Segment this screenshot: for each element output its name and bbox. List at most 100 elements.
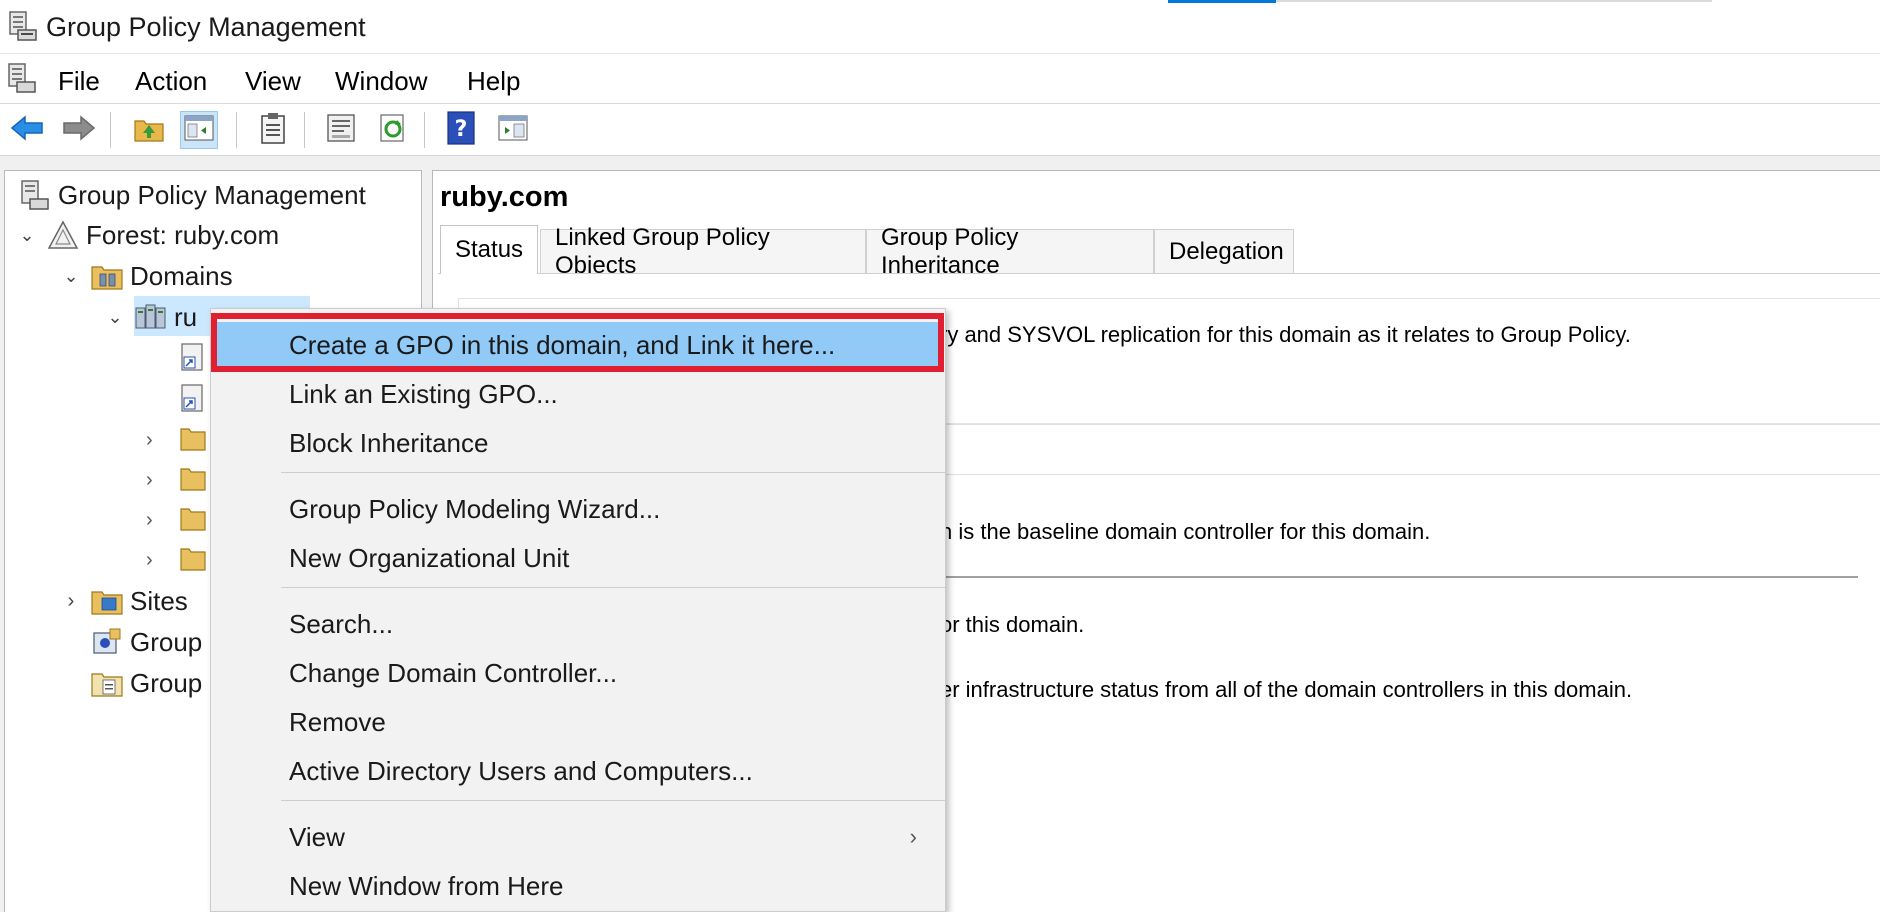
menu-item-remove[interactable]: Remove xyxy=(211,699,945,745)
clipboard-button[interactable] xyxy=(254,111,292,149)
menu-item-block-inheritance[interactable]: Block Inheritance xyxy=(211,420,945,466)
tree-item-gpo-link[interactable] xyxy=(180,342,208,377)
menu-item-search[interactable]: Search... xyxy=(211,601,945,647)
tree-item-group-policy-management[interactable]: Group Policy Management xyxy=(12,176,366,214)
menu-separator xyxy=(281,587,945,588)
toolbar-separator xyxy=(110,112,111,148)
group-policy-app-icon xyxy=(8,10,38,42)
collapse-chevron-icon[interactable]: ⌄ xyxy=(58,263,84,289)
system-menu-icon[interactable] xyxy=(6,62,38,94)
forward-arrow-icon xyxy=(62,114,96,147)
menu-window[interactable]: Window xyxy=(331,64,431,99)
tree-item-forest[interactable]: ⌄ Forest: ruby.com xyxy=(14,216,279,254)
menu-separator xyxy=(281,800,945,801)
gpo-link-icon xyxy=(180,383,208,418)
menu-action[interactable]: Action xyxy=(131,64,211,99)
taskbar-strip xyxy=(1276,0,1712,2)
help-button[interactable]: ? xyxy=(442,110,480,150)
tree-item-ou[interactable]: › xyxy=(146,424,206,457)
expand-chevron-icon[interactable]: › xyxy=(146,509,172,532)
menu-item-create-gpo-and-link[interactable]: Create a GPO in this domain, and Link it… xyxy=(215,322,941,369)
tree-label: ru xyxy=(174,301,198,332)
tree-item-domain-ruby-com[interactable]: ⌄ ru xyxy=(102,298,197,336)
tree-item-ou[interactable]: › xyxy=(146,464,206,497)
help-icon: ? xyxy=(446,110,476,150)
back-arrow-icon xyxy=(10,114,44,147)
context-menu: Create a GPO in this domain, and Link it… xyxy=(210,308,946,912)
gpo-link-icon xyxy=(180,342,208,377)
tree-item-group-policy-modeling[interactable]: Group xyxy=(84,623,202,661)
divider xyxy=(940,474,1880,475)
gather-status-text: er infrastructure status from all of the… xyxy=(940,677,1633,702)
tree-label: Group xyxy=(130,626,203,657)
clipboard-icon xyxy=(260,112,286,149)
ou-folder-icon xyxy=(180,504,206,537)
expand-chevron-icon[interactable]: › xyxy=(146,429,172,452)
tab-delegation[interactable]: Delegation xyxy=(1154,229,1294,273)
tree-item-domains[interactable]: ⌄ Domains xyxy=(58,257,233,295)
menu-item-new-ou[interactable]: New Organizational Unit xyxy=(211,535,945,581)
domains-folder-icon xyxy=(90,260,124,292)
status-description-text: ry and SYSVOL replication for this domai… xyxy=(940,322,1631,347)
tree-label: Domains xyxy=(130,260,233,291)
tree-label: Group Policy Management xyxy=(58,179,366,210)
toolbar-separator xyxy=(236,112,237,148)
tree-label: Sites xyxy=(130,585,188,616)
back-button[interactable] xyxy=(8,111,46,149)
tree-label: Group xyxy=(130,667,203,698)
tab-status[interactable]: Status xyxy=(440,225,539,274)
show-hide-console-tree-button[interactable] xyxy=(180,111,218,149)
expand-chevron-icon[interactable]: › xyxy=(58,588,84,614)
expand-chevron-icon[interactable]: › xyxy=(146,549,172,572)
properties-icon xyxy=(326,113,356,148)
tree-item-gpo-link[interactable] xyxy=(180,383,208,418)
page-title: ruby.com xyxy=(440,181,569,213)
menu-help[interactable]: Help xyxy=(463,64,524,99)
window-title: Group Policy Management xyxy=(46,12,366,42)
title-bar: Group Policy Management xyxy=(0,0,1880,54)
submenu-arrow-icon: › xyxy=(909,824,917,849)
sites-folder-icon xyxy=(90,585,124,617)
divider xyxy=(940,424,1880,425)
menu-item-view[interactable]: View › xyxy=(211,814,945,860)
properties-button[interactable] xyxy=(322,111,360,149)
baseline-dc-text: n is the baseline domain controller for … xyxy=(940,519,1431,544)
menu-view[interactable]: View xyxy=(241,64,305,99)
modeling-icon xyxy=(90,626,124,658)
menu-bar: File Action View Window Help xyxy=(0,54,1880,104)
refresh-button[interactable] xyxy=(374,111,412,149)
divider xyxy=(940,576,1858,578)
results-folder-icon xyxy=(90,667,124,699)
menu-item-new-window-from-here[interactable]: New Window from Here xyxy=(211,863,945,909)
forest-icon xyxy=(46,219,80,251)
group-policy-management-icon xyxy=(18,179,52,211)
tree-item-ou[interactable]: › xyxy=(146,544,206,577)
collapse-chevron-icon[interactable]: ⌄ xyxy=(14,222,40,248)
tree-label: Forest: ruby.com xyxy=(86,219,280,250)
taskbar-accent xyxy=(1168,0,1276,3)
toolbar-separator xyxy=(304,112,305,148)
tree-item-sites[interactable]: › Sites xyxy=(58,582,188,620)
tab-linked-gpos[interactable]: Linked Group Policy Objects xyxy=(540,224,866,279)
forward-button[interactable] xyxy=(60,111,98,149)
menu-file[interactable]: File xyxy=(54,64,104,99)
tab-group-policy-inheritance[interactable]: Group Policy Inheritance xyxy=(866,224,1154,279)
menu-item-change-domain-controller[interactable]: Change Domain Controller... xyxy=(211,650,945,696)
menu-item-link-existing-gpo[interactable]: Link an Existing GPO... xyxy=(211,371,945,417)
ou-folder-icon xyxy=(180,464,206,497)
domain-icon xyxy=(134,301,168,333)
menu-item-ad-users-computers[interactable]: Active Directory Users and Computers... xyxy=(211,748,945,794)
refresh-icon xyxy=(378,113,408,148)
menu-separator xyxy=(281,472,945,473)
collapse-chevron-icon[interactable]: ⌄ xyxy=(102,304,128,330)
expand-chevron-icon[interactable]: › xyxy=(146,469,172,492)
svg-text:?: ? xyxy=(455,117,468,142)
menu-item-modeling-wizard[interactable]: Group Policy Modeling Wizard... xyxy=(211,486,945,532)
up-one-level-button[interactable] xyxy=(130,111,168,149)
show-hide-action-pane-button[interactable] xyxy=(494,111,532,149)
tree-item-group-policy-results[interactable]: Group xyxy=(84,664,202,702)
toolbar-separator xyxy=(424,112,425,148)
menu-item-label: View xyxy=(289,821,345,852)
ou-folder-icon xyxy=(180,424,206,457)
tree-item-ou[interactable]: › xyxy=(146,504,206,537)
